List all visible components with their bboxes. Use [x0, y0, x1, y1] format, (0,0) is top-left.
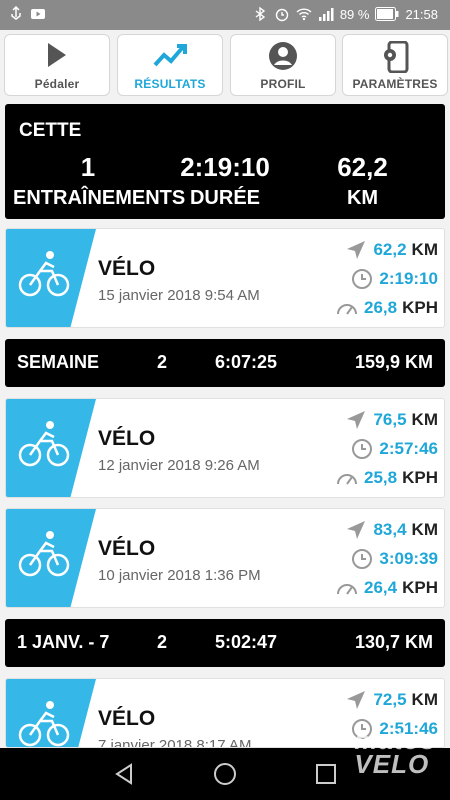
week-distance: 130,7 KM [354, 632, 433, 652]
recents-icon[interactable] [314, 762, 338, 786]
clock-icon [352, 268, 373, 289]
ride-sport: VÉLO [98, 707, 156, 730]
signal-icon [318, 8, 334, 21]
week-summary-bar: 1 JANV. - 7 2 5:02:47 130,7 KM [5, 619, 445, 667]
navigation-arrow-icon [347, 240, 366, 259]
battery-icon [375, 7, 399, 21]
distance-unit: KM [411, 409, 438, 429]
distance-unit: KM [411, 689, 438, 709]
cyclist-icon [6, 399, 96, 497]
distance-label: KM [346, 187, 379, 209]
usb-icon [11, 6, 21, 20]
speedometer-icon [337, 473, 357, 485]
week-label: SEMAINE [17, 352, 100, 372]
week-distance: 159,9 KM [354, 352, 433, 372]
play-icon [48, 43, 66, 67]
status-bar: 89 % 21:58 [0, 0, 450, 30]
distance-value: 62,2 [337, 152, 388, 182]
tab-label: PARAMÈTRES [352, 77, 438, 91]
week-label: 1 JANV. - 7 [17, 632, 110, 652]
workouts-label: ENTRAÎNEMENTS [13, 187, 186, 209]
speedometer-icon [337, 303, 357, 315]
summary-title: CETTE [19, 120, 82, 141]
workouts-value: 1 [80, 152, 96, 182]
tab-label: Pédaler [34, 77, 80, 91]
tab-resultats[interactable]: RÉSULTATS [117, 34, 223, 96]
cyclist-icon [6, 679, 96, 747]
clock: 21:58 [405, 6, 438, 22]
speedometer-icon [337, 583, 357, 595]
watermark-logo: matos VELO [354, 725, 436, 779]
ride-date: 7 janvier 2018 8:17 AM [98, 737, 252, 748]
bluetooth-icon [255, 6, 265, 22]
ride-distance: 62,2 [373, 239, 407, 259]
ride-sport: VÉLO [98, 537, 156, 560]
tab-parametres[interactable]: PARAMÈTRES [342, 34, 448, 96]
duration-value: 2:19:10 [180, 152, 270, 182]
clock-icon [352, 548, 373, 569]
ride-duration: 3:09:39 [379, 548, 438, 568]
ride-sport: VÉLO [98, 427, 156, 450]
cyclist-icon [6, 229, 96, 327]
home-icon[interactable] [213, 762, 237, 786]
speed-unit: KPH [402, 297, 438, 317]
week-summary-bar: SEMAINE 2 6:07:25 159,9 KM [5, 339, 445, 387]
ride-date: 10 janvier 2018 1:36 PM [98, 567, 261, 584]
summary-workouts: 1 ENTRAÎNEMENTS [13, 152, 186, 210]
ride-speed: 26,8 [364, 297, 398, 317]
tab-profil[interactable]: PROFIL [230, 34, 336, 96]
ride-date: 15 janvier 2018 9:54 AM [98, 287, 260, 304]
duration-label: DURÉE [189, 187, 260, 209]
youtube-icon [31, 9, 45, 19]
ride-date: 12 janvier 2018 9:26 AM [98, 457, 260, 474]
wifi-icon [296, 8, 312, 21]
speed-unit: KPH [402, 467, 438, 487]
navigation-arrow-icon [347, 690, 366, 709]
battery-percent: 89 % [339, 6, 370, 22]
alarm-icon [275, 8, 289, 22]
ride-distance: 83,4 [373, 519, 407, 539]
navigation-arrow-icon [347, 520, 366, 539]
chart-line-icon [153, 44, 187, 67]
week-count: 2 [157, 352, 168, 372]
distance-unit: KM [411, 519, 438, 539]
settings-phone-icon [384, 41, 409, 73]
person-icon [269, 42, 297, 70]
summary-duration: 2:19:10 DURÉE [170, 152, 280, 210]
ride-stats: 62,2 KM 2:19:10 26,8 KPH [328, 235, 438, 322]
ride-duration: 2:19:10 [379, 268, 438, 288]
back-icon[interactable] [112, 762, 136, 786]
ride-distance: 76,5 [373, 409, 407, 429]
week-duration: 5:02:47 [215, 632, 278, 652]
tab-pedaler[interactable]: Pédaler [4, 34, 110, 96]
navigation-arrow-icon [347, 410, 366, 429]
tab-label: RÉSULTATS [134, 77, 206, 91]
speed-unit: KPH [402, 577, 438, 597]
ride-distance: 72,5 [373, 689, 407, 709]
week-duration: 6:07:25 [215, 352, 278, 372]
summary-distance: 62,2 KM [310, 152, 415, 210]
ride-card[interactable]: VÉLO 12 janvier 2018 9:26 AM 76,5 KM 2:57… [5, 398, 445, 498]
week-count: 2 [157, 632, 168, 652]
summary-card: CETTE 1 ENTRAÎNEMENTS 2:19:10 DURÉE 62,2… [5, 104, 445, 219]
ride-card[interactable]: VÉLO 15 janvier 2018 9:54 AM 62,2 KM 2:19… [5, 228, 445, 328]
ride-stats: 76,5 KM 2:57:46 25,8 KPH [328, 405, 438, 492]
ride-sport: VÉLO [98, 257, 156, 280]
clock-icon [352, 438, 373, 459]
top-navigation: Pédaler RÉSULTATS PROFIL PARAMÈTRES [0, 34, 450, 96]
ride-speed: 25,8 [364, 467, 398, 487]
ride-stats: 83,4 KM 3:09:39 26,4 KPH [328, 515, 438, 602]
distance-unit: KM [411, 239, 438, 259]
cyclist-icon [6, 509, 96, 607]
tab-label: PROFIL [260, 77, 306, 91]
ride-card[interactable]: VÉLO 10 janvier 2018 1:36 PM 83,4 KM 3:09… [5, 508, 445, 608]
ride-speed: 26,4 [364, 577, 398, 597]
ride-duration: 2:57:46 [379, 438, 438, 458]
